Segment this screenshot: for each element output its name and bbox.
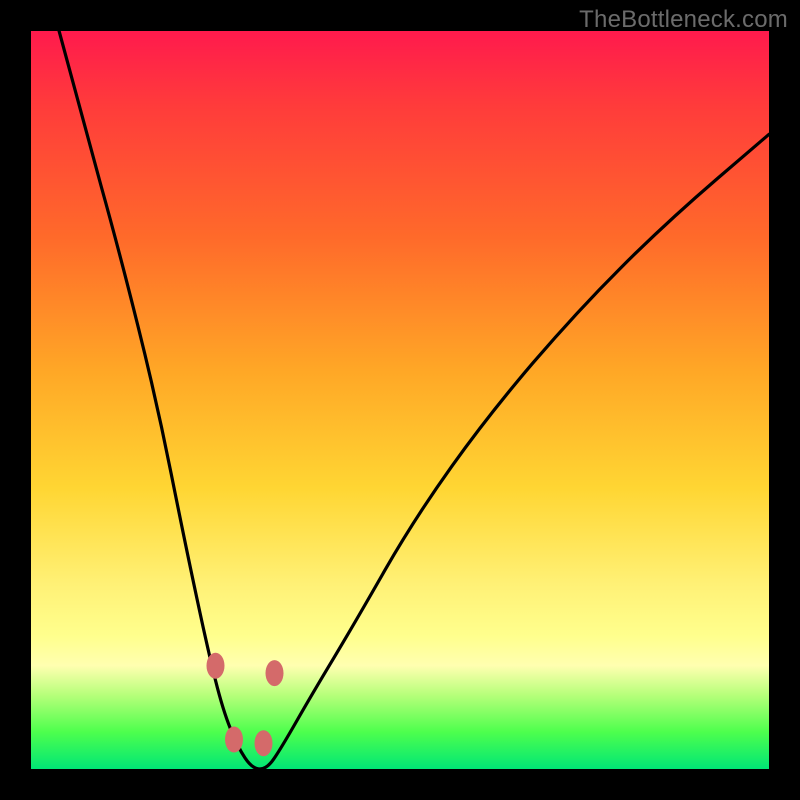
watermark-text: TheBottleneck.com	[579, 6, 788, 34]
marker-group	[207, 653, 284, 757]
marker-left-upper	[207, 653, 225, 679]
marker-left-lower	[225, 727, 243, 753]
curve-path	[53, 9, 769, 769]
marker-right-lower	[255, 730, 273, 756]
bottleneck-curve	[31, 31, 769, 769]
marker-right-upper	[266, 660, 284, 686]
chart-area	[31, 31, 769, 769]
